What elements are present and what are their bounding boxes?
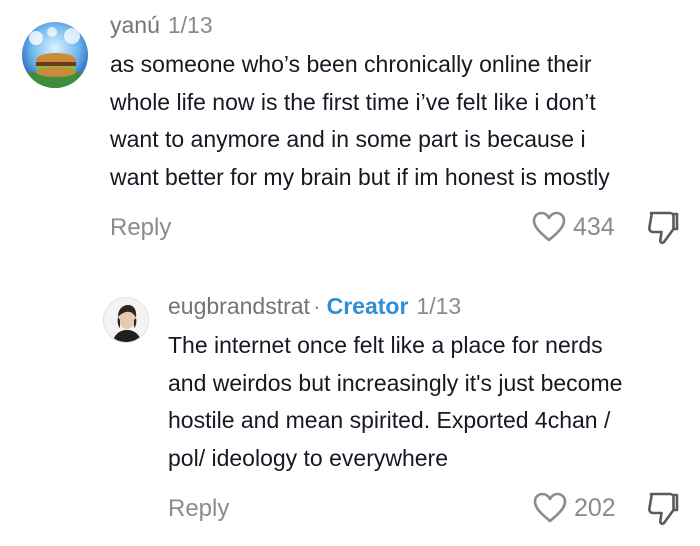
like-count: 434 xyxy=(573,212,615,241)
comment-text-line: as someone who’s been chronically online… xyxy=(110,51,592,77)
username-text[interactable]: yanú xyxy=(110,12,160,38)
thumbs-down-icon[interactable] xyxy=(646,210,680,251)
reply-button[interactable]: Reply xyxy=(110,214,171,242)
thumbs-down-icon[interactable] xyxy=(646,491,680,532)
username-separator: · xyxy=(312,293,321,319)
comment-text-line: and weirdos but increasingly it's just b… xyxy=(168,369,623,396)
like-button[interactable]: 434 xyxy=(532,211,615,243)
comment-text-line: pol/ ideology to everywhere xyxy=(168,444,448,471)
comment-text-line: want to anymore and in some part is beca… xyxy=(110,126,586,152)
comment-body: The internet once felt like a place for … xyxy=(168,327,622,477)
like-button[interactable]: 202 xyxy=(533,492,616,524)
heart-outline-icon[interactable] xyxy=(532,211,566,243)
comment-date: 1/13 xyxy=(416,293,462,319)
heart-outline-icon[interactable] xyxy=(533,492,567,524)
comment-text-line: hostile and mean spirited. Exported 4cha… xyxy=(168,407,611,433)
comment-text-line: want better for my brain but if im hones… xyxy=(110,163,610,190)
comment-text-line: The internet once felt like a place for … xyxy=(168,332,603,358)
comment-username[interactable]: yanú 1/13 xyxy=(110,12,213,39)
like-count: 202 xyxy=(574,493,616,522)
comment-text-line: whole life now is the first time i’ve fe… xyxy=(110,88,596,115)
avatar[interactable] xyxy=(22,22,88,88)
avatar[interactable] xyxy=(103,297,149,343)
comment-username[interactable]: eugbrandstrat · Creator 1/13 xyxy=(168,293,461,320)
reply-button[interactable]: Reply xyxy=(168,495,229,523)
username-text[interactable]: eugbrandstrat xyxy=(168,293,310,319)
reply-comment-item: eugbrandstrat · Creator 1/13 The internet o… xyxy=(0,280,700,546)
creator-badge: Creator xyxy=(326,293,409,319)
comment-body: as someone who’s been chronically online… xyxy=(110,46,610,196)
comment-item: yanú 1/13 as someone who’s been chronical… xyxy=(0,0,700,260)
comment-date: 1/13 xyxy=(167,12,213,38)
